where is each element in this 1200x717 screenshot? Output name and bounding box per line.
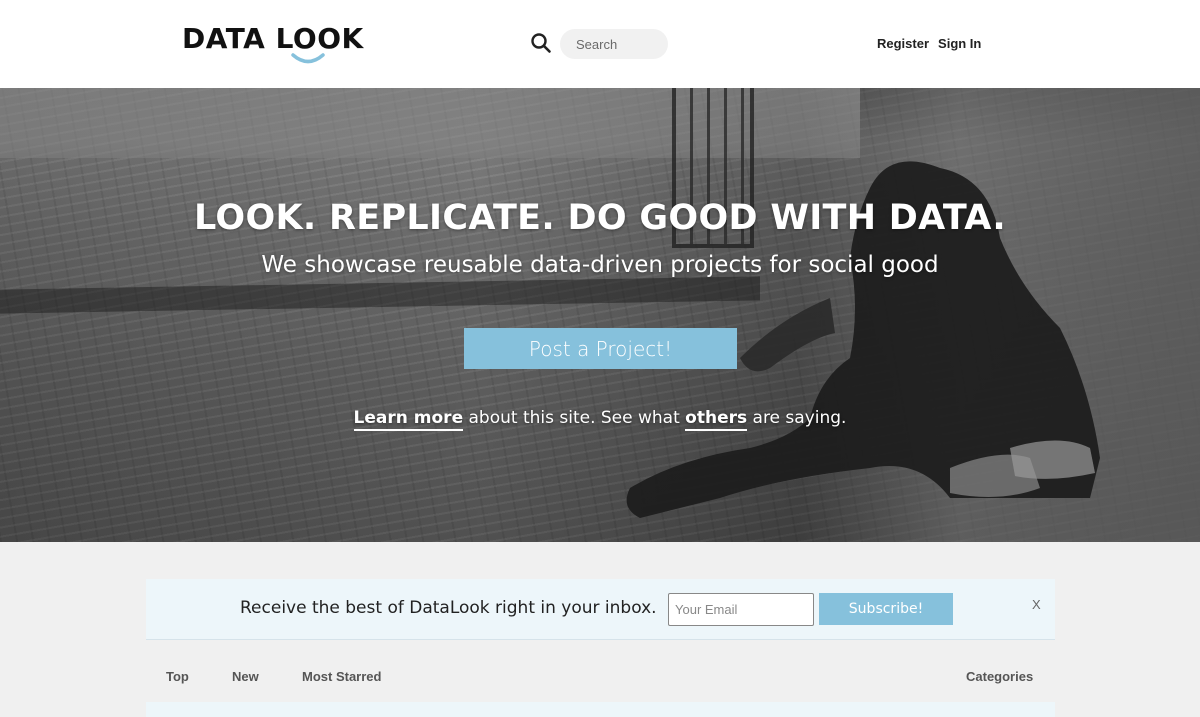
learn-more-text: about this site. See what — [463, 408, 686, 428]
header-nav: Register Sign In — [877, 36, 981, 51]
project-list-start — [146, 702, 1055, 717]
search-icon[interactable] — [530, 32, 552, 54]
smile-icon — [291, 53, 325, 64]
learn-more-link[interactable]: Learn more — [353, 408, 464, 431]
sign-in-link[interactable]: Sign In — [938, 36, 981, 51]
saying-text: are saying. — [747, 408, 847, 428]
site-header: DATA LOOK Register Sign In — [0, 0, 1200, 88]
subscribe-bar: Receive the best of DataLook right in yo… — [146, 579, 1055, 640]
post-project-button[interactable]: Post a Project! — [464, 328, 737, 369]
sort-tabs: Top New Most Starred Categories — [166, 669, 1036, 689]
subscribe-text: Receive the best of DataLook right in yo… — [240, 598, 657, 618]
search-input[interactable] — [560, 29, 668, 59]
hero-title: LOOK. REPLICATE. DO GOOD WITH DATA. — [194, 198, 1006, 238]
email-field[interactable] — [668, 593, 814, 626]
close-icon[interactable]: X — [1032, 597, 1041, 612]
hero-banner: LOOK. REPLICATE. DO GOOD WITH DATA. We s… — [0, 88, 1200, 542]
logo-text: DATA LOOK — [182, 22, 364, 55]
tab-most-starred[interactable]: Most Starred — [302, 669, 381, 684]
others-link[interactable]: others — [685, 408, 748, 431]
register-link[interactable]: Register — [877, 36, 929, 51]
tab-new[interactable]: New — [232, 669, 259, 684]
learn-more-line: Learn more about this site. See what oth… — [0, 408, 1200, 431]
subscribe-button[interactable]: Subscribe! — [819, 593, 953, 625]
categories-dropdown[interactable]: Categories — [966, 669, 1033, 684]
logo[interactable]: DATA LOOK — [182, 24, 364, 66]
hero-subtitle: We showcase reusable data-driven project… — [261, 252, 939, 278]
tab-top[interactable]: Top — [166, 669, 189, 684]
